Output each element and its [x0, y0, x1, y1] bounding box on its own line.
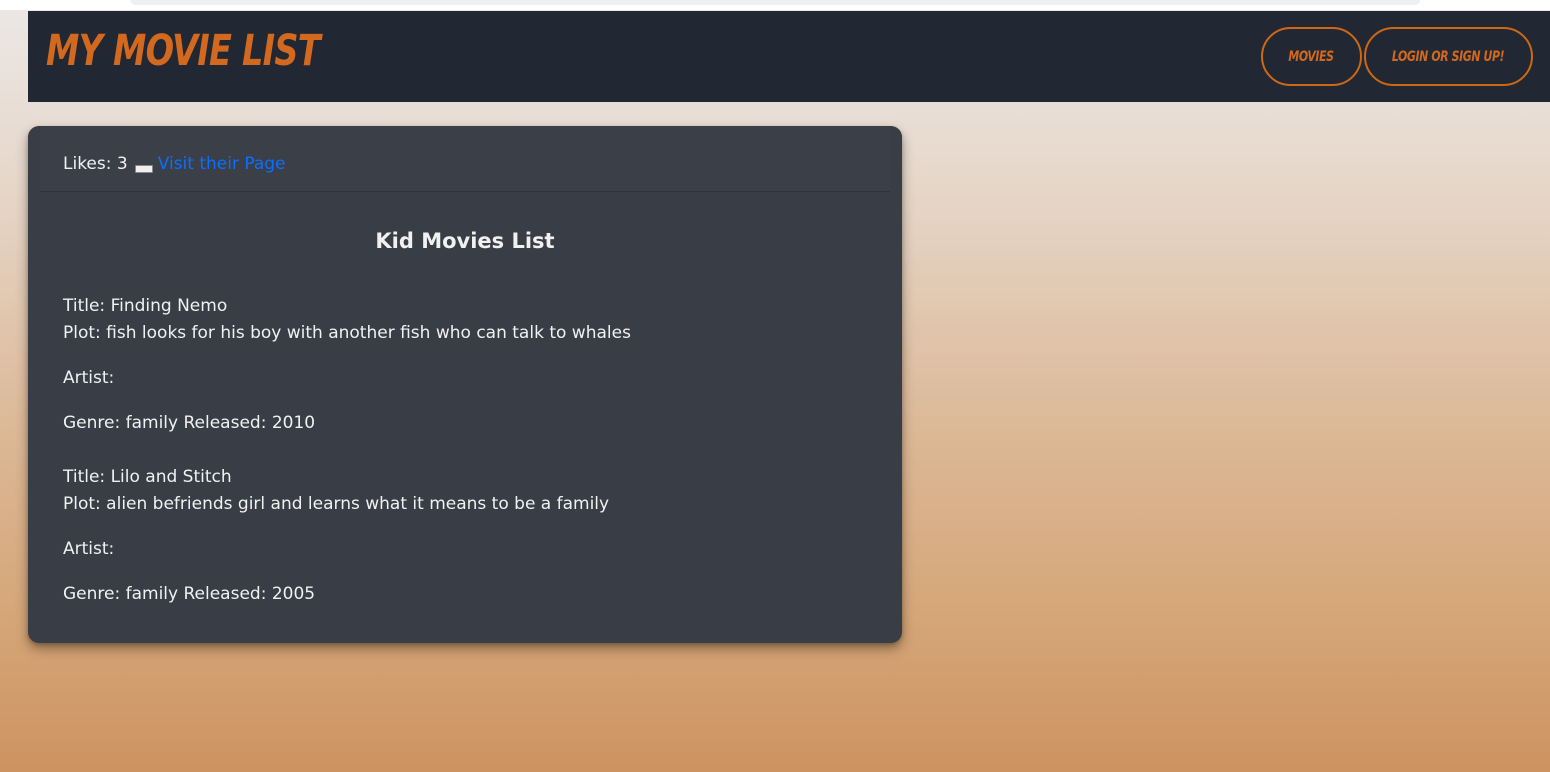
list-title: Kid Movies List: [375, 229, 555, 253]
movies-button-label: MOVIES: [1288, 48, 1335, 65]
movie-artist: Artist:: [63, 539, 115, 559]
brand-logo[interactable]: MY MOVIE LIST: [46, 23, 321, 79]
movie-genre-released: Genre: family Released: 2010: [63, 413, 316, 433]
movies-button[interactable]: MOVIES: [1261, 27, 1362, 86]
visit-page-link[interactable]: Visit their Page: [158, 154, 286, 174]
movie-title: Title: Finding Nemo: [63, 296, 228, 316]
login-signup-button-label: LOGIN OR SIGN UP!: [1392, 48, 1505, 65]
movie-list-card: Likes: 3 Visit their Page Kid Movies Lis…: [28, 126, 902, 643]
movie-genre-released: Genre: family Released: 2005: [63, 584, 316, 604]
movie-item: Title: Finding Nemo Plot: fish looks for…: [63, 293, 631, 437]
login-signup-button[interactable]: LOGIN OR SIGN UP!: [1364, 27, 1533, 86]
navbar: MY MOVIE LIST MOVIES LOGIN OR SIGN UP!: [28, 11, 1550, 102]
movie-item: Title: Lilo and Stitch Plot: alien befri…: [63, 464, 609, 608]
movie-artist: Artist:: [63, 368, 115, 388]
address-bar-edge: [130, 0, 1420, 5]
card-header: Likes: 3 Visit their Page: [40, 126, 890, 192]
like-button[interactable]: [134, 165, 153, 173]
movie-plot: Plot: alien befriends girl and learns wh…: [63, 494, 610, 514]
likes-row: Likes: 3 Visit their Page: [63, 154, 286, 174]
movie-title: Title: Lilo and Stitch: [63, 467, 232, 487]
likes-count: Likes: 3: [63, 154, 128, 174]
browser-top-strip: [0, 0, 1550, 10]
movie-plot: Plot: fish looks for his boy with anothe…: [63, 323, 631, 343]
